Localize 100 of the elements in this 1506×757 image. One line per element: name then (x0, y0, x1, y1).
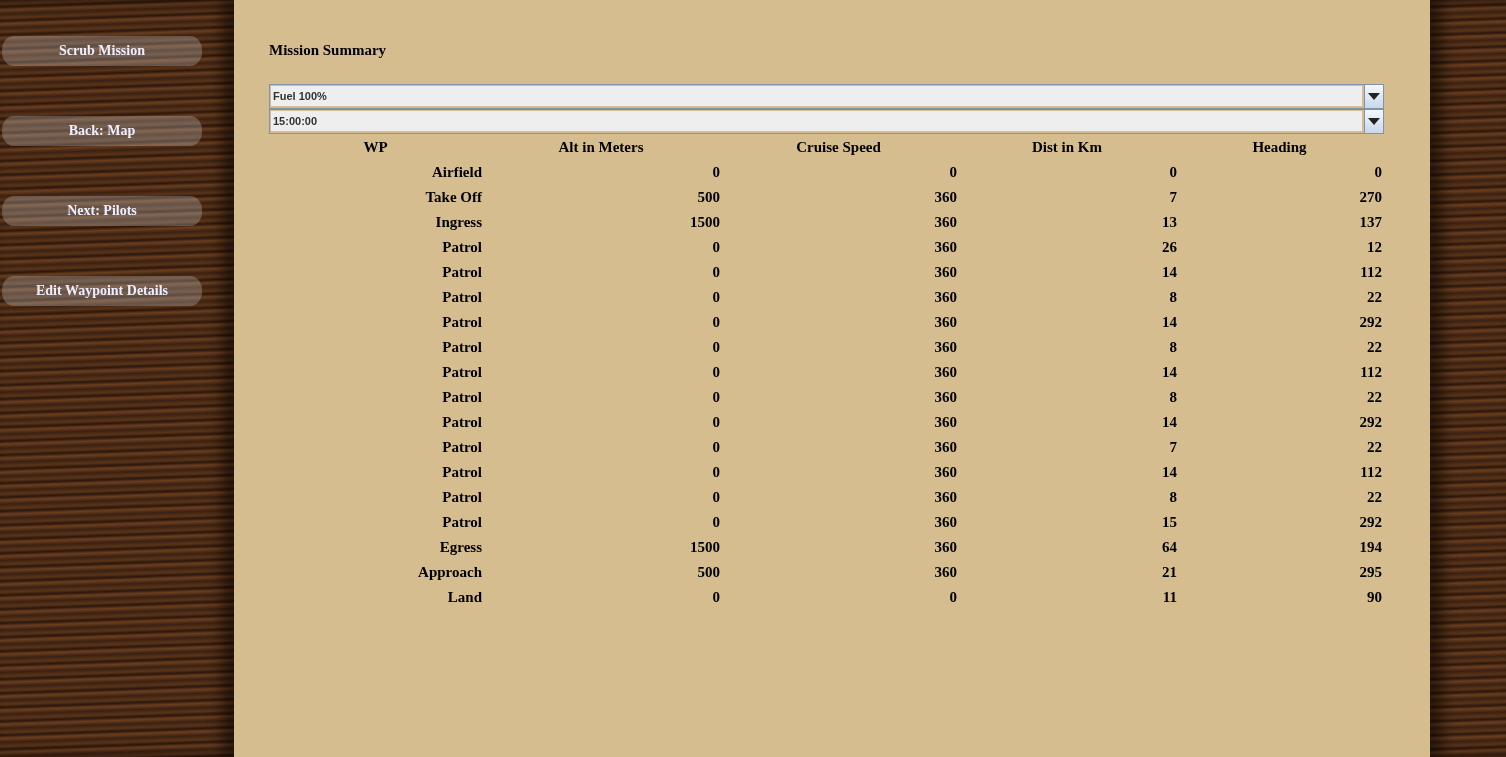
table-cell: 11 (957, 585, 1177, 610)
table-cell: 360 (720, 410, 957, 435)
table-cell: 0 (482, 460, 720, 485)
summary-title: Mission Summary (269, 42, 388, 60)
table-cell: 360 (720, 185, 957, 210)
table-cell: 0 (482, 510, 720, 535)
sidebar-button[interactable]: Next: Pilots (2, 196, 202, 226)
table-cell: 8 (957, 485, 1177, 510)
table-cell: 7 (957, 185, 1177, 210)
table-cell: 360 (720, 385, 957, 410)
table-cell: 360 (720, 485, 957, 510)
table-cell-text: Airfield (431, 163, 482, 182)
table-cell-text: Approach (417, 563, 482, 582)
table-cell: 8 (957, 385, 1177, 410)
table-cell-text: Patrol (441, 313, 482, 332)
table-cell: 13 (957, 210, 1177, 235)
table-cell: 22 (1177, 335, 1382, 360)
table-cell: 295 (1177, 560, 1382, 585)
table-cell: 21 (957, 560, 1177, 585)
table-cell: 12 (1177, 235, 1382, 260)
table-cell: 500 (482, 560, 720, 585)
table-cell: 360 (720, 235, 957, 260)
table-cell-text: Patrol (441, 513, 482, 532)
table-cell: 0 (482, 160, 720, 185)
table-cell: 26 (957, 235, 1177, 260)
table-cell: 360 (720, 335, 957, 360)
table-cell: 360 (720, 510, 957, 535)
table-cell-text: Egress (438, 538, 482, 557)
table-cell: 0 (482, 435, 720, 460)
table-cell: 0 (482, 310, 720, 335)
table-cell: 360 (720, 260, 957, 285)
table-cell: 137 (1177, 210, 1382, 235)
dropdown-arrow-button[interactable] (1364, 110, 1383, 133)
table-cell: 0 (482, 485, 720, 510)
table-cell: 14 (957, 310, 1177, 335)
table-cell: 360 (720, 435, 957, 460)
table-cell: 0 (482, 410, 720, 435)
column-header: Dist in Km (1031, 138, 1103, 157)
table-cell: 500 (482, 185, 720, 210)
table-cell: 112 (1177, 360, 1382, 385)
table-cell-text: Patrol (441, 338, 482, 357)
table-cell: 360 (720, 310, 957, 335)
table-cell: 7 (957, 435, 1177, 460)
table-cell: 14 (957, 360, 1177, 385)
table-cell: 112 (1177, 260, 1382, 285)
table-cell: 15 (957, 510, 1177, 535)
table-cell: 292 (1177, 510, 1382, 535)
table-cell: 64 (957, 535, 1177, 560)
caret-icon (1368, 93, 1380, 100)
table-cell-text: Patrol (441, 463, 482, 482)
table-cell: 0 (957, 160, 1177, 185)
table-cell: 360 (720, 360, 957, 385)
table-cell: 14 (957, 410, 1177, 435)
table-cell-text: Ingress (434, 213, 482, 232)
table-cell: 0 (482, 585, 720, 610)
table-cell: 0 (482, 260, 720, 285)
table-cell: 0 (482, 360, 720, 385)
table-cell: 360 (720, 285, 957, 310)
table-cell: 1500 (482, 535, 720, 560)
table-cell: 112 (1177, 460, 1382, 485)
table-cell: 0 (482, 385, 720, 410)
table-cell: 0 (482, 335, 720, 360)
sidebar-button[interactable]: Back: Map (2, 116, 202, 146)
table-cell: 8 (957, 285, 1177, 310)
table-cell: 1500 (482, 210, 720, 235)
table-cell-text: Patrol (441, 263, 482, 282)
table-cell: 292 (1177, 410, 1382, 435)
table-cell-text: Land (446, 588, 482, 607)
table-cell: 0 (482, 285, 720, 310)
table-cell: 0 (482, 235, 720, 260)
table-cell-text: Patrol (441, 488, 482, 507)
table-cell: 8 (957, 335, 1177, 360)
table-cell: 0 (720, 160, 957, 185)
table-cell: 292 (1177, 310, 1382, 335)
table-cell-text: Patrol (441, 238, 482, 257)
column-header: Cruise Speed (795, 138, 882, 157)
table-cell: 22 (1177, 385, 1382, 410)
column-header: Heading (1251, 138, 1308, 157)
table-cell: 360 (720, 560, 957, 585)
table-cell: 360 (720, 535, 957, 560)
table-cell: 22 (1177, 285, 1382, 310)
table-cell: 270 (1177, 185, 1382, 210)
caret-icon (1368, 118, 1380, 125)
table-cell-text: Patrol (441, 288, 482, 307)
table-cell: 360 (720, 460, 957, 485)
table-cell: 0 (1177, 160, 1382, 185)
table-cell: 22 (1177, 435, 1382, 460)
table-cell: 90 (1177, 585, 1382, 610)
sidebar-button[interactable]: Edit Waypoint Details (2, 276, 202, 306)
dropdown-arrow-button[interactable] (1364, 85, 1383, 108)
column-header: Alt in Meters (557, 138, 645, 157)
table-cell: 360 (720, 210, 957, 235)
table-cell: 14 (957, 260, 1177, 285)
table-cell-text: Take Off (424, 188, 482, 207)
table-cell: 22 (1177, 485, 1382, 510)
table-cell-text: Patrol (441, 413, 482, 432)
table-cell-text: Patrol (441, 363, 482, 382)
table-cell: 0 (720, 585, 957, 610)
table-cell-text: Patrol (441, 388, 482, 407)
sidebar-button[interactable]: Scrub Mission (2, 36, 202, 66)
